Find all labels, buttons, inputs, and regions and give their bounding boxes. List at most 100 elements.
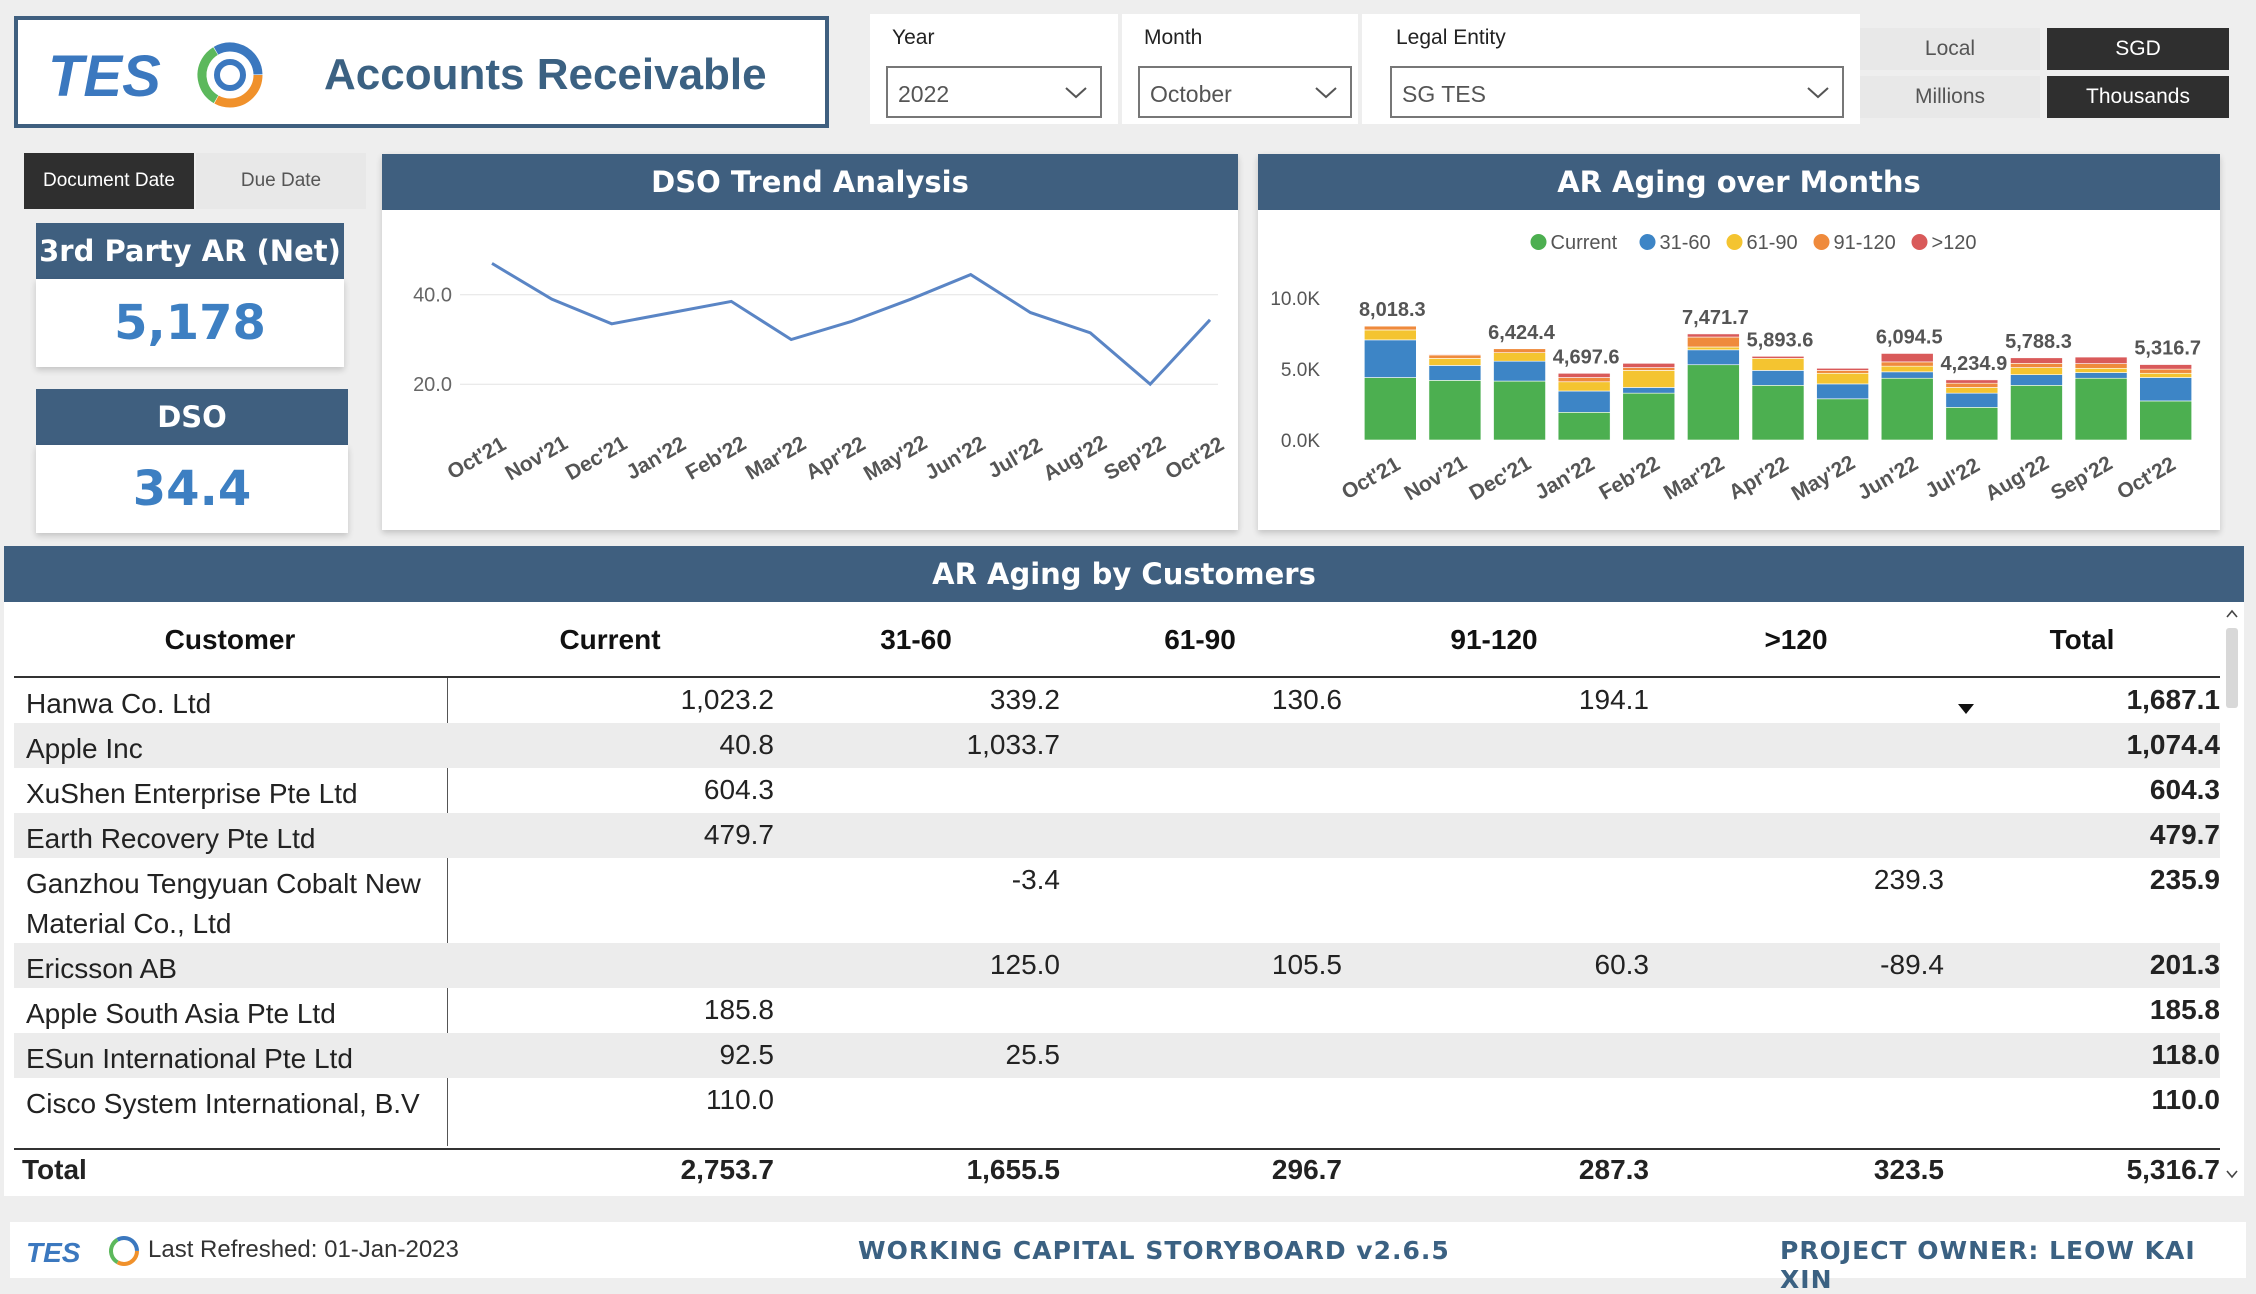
currency-local-button[interactable]: Local — [1860, 28, 2040, 70]
value-cell: 110.0 — [2151, 1084, 2220, 1116]
unit-millions-button[interactable]: Millions — [1860, 76, 2040, 118]
bar-segment — [2075, 357, 2127, 364]
total-value: 5,316.7 — [2127, 1154, 2220, 1186]
bar-segment — [1687, 347, 1739, 350]
x-tick-label: Mar'22 — [1660, 452, 1728, 505]
table-row[interactable]: Apple Inc40.81,033.71,074.4 — [14, 723, 2220, 768]
bar-segment — [1817, 399, 1869, 440]
storyboard-version: WORKING CAPITAL STORYBOARD v2.6.5 — [858, 1236, 1450, 1265]
bar-segment — [1558, 373, 1610, 377]
value-cell: 239.3 — [1874, 864, 1944, 896]
table-row[interactable]: Earth Recovery Pte Ltd479.7479.7 — [14, 813, 2220, 858]
table-row[interactable]: Ganzhou Tengyuan Cobalt NewMaterial Co.,… — [14, 858, 2220, 943]
currency-sgd-button[interactable]: SGD — [2047, 28, 2229, 70]
document-date-button[interactable]: Document Date — [24, 153, 194, 209]
dso-trend-chart: 40.020.0Oct'21Nov'21Dec'21Jan'22Feb'22Ma… — [382, 210, 1238, 530]
table-body: CustomerCurrent31-6061-9091-120>120Total… — [4, 602, 2244, 1196]
x-tick-label: Apr'22 — [1725, 452, 1792, 504]
bar-segment — [1494, 349, 1546, 353]
header-card: TES Accounts Receivable — [14, 16, 829, 128]
month-filter: Month October — [1122, 14, 1358, 124]
table-row[interactable]: Apple South Asia Pte Ltd185.8185.8 — [14, 988, 2220, 1033]
column-header[interactable]: 61-90 — [1050, 624, 1350, 656]
legend-swatch — [1531, 234, 1547, 250]
bar-segment — [2010, 368, 2062, 375]
value-cell: 1,074.4 — [2127, 729, 2220, 761]
year-dropdown[interactable]: 2022 — [886, 66, 1102, 118]
legend-swatch — [1912, 234, 1928, 250]
month-value: October — [1150, 81, 1232, 108]
table-row[interactable]: XuShen Enterprise Pte Ltd604.3604.3 — [14, 768, 2220, 813]
unit-thousands-button[interactable]: Thousands — [2047, 76, 2229, 118]
value-cell: 1,023.2 — [681, 684, 774, 716]
ar-kpi-value: 5,178 — [36, 279, 344, 367]
legend-label: 61-90 — [1747, 232, 1798, 254]
footer: TES Last Refreshed: 01-Jan-2023 WORKING … — [10, 1222, 2246, 1278]
customer-cell: Ericsson AB — [26, 949, 177, 989]
bar-segment — [1429, 365, 1481, 380]
data-label: 6,094.5 — [1876, 326, 1943, 348]
scrollbar-thumb[interactable] — [2226, 628, 2238, 708]
table-title: AR Aging by Customers — [4, 546, 2244, 602]
bar-segment — [2010, 358, 2062, 364]
value-cell: 40.8 — [720, 729, 775, 761]
value-cell: 604.3 — [2150, 774, 2220, 806]
x-tick-label: Nov'21 — [501, 431, 572, 485]
bar-segment — [2140, 378, 2192, 401]
footer-logo: TES — [26, 1232, 146, 1270]
entity-dropdown[interactable]: SG TES — [1390, 66, 1844, 118]
table-row[interactable]: Cisco System International, B.V110.0110.… — [14, 1078, 2220, 1123]
column-header[interactable]: >120 — [1646, 624, 1946, 656]
customer-cell: Apple South Asia Pte Ltd — [26, 994, 336, 1034]
customer-cell: Earth Recovery Pte Ltd — [26, 819, 315, 859]
x-tick-label: Jun'22 — [1854, 452, 1922, 505]
chevron-up-icon[interactable] — [2224, 606, 2240, 622]
x-tick-label: Jan'22 — [623, 432, 690, 484]
y-tick-label: 40.0 — [413, 285, 452, 307]
bar-segment — [1817, 370, 1869, 373]
month-dropdown[interactable]: October — [1138, 66, 1352, 118]
data-label: 7,471.7 — [1682, 307, 1749, 329]
due-date-button[interactable]: Due Date — [196, 153, 366, 209]
table-scrollbar[interactable] — [2224, 606, 2240, 1186]
y-tick-label: 10.0K — [1270, 289, 1320, 310]
value-cell: -3.4 — [1012, 864, 1060, 896]
year-label: Year — [892, 26, 934, 50]
bar-segment — [1429, 358, 1481, 365]
table-row[interactable]: Ericsson AB125.0105.560.3-89.4201.3 — [14, 943, 2220, 988]
bar-segment — [1687, 337, 1739, 347]
bar-segment — [1364, 378, 1416, 440]
legend-swatch — [1814, 234, 1830, 250]
value-cell: 118.0 — [2151, 1039, 2220, 1071]
chevron-down-icon[interactable] — [2224, 1166, 2240, 1182]
x-tick-label: Oct'22 — [2113, 453, 2179, 505]
x-tick-label: Feb'22 — [682, 432, 750, 485]
value-cell: 201.3 — [2150, 949, 2220, 981]
bar-segment — [1623, 368, 1675, 371]
value-cell: 25.5 — [1006, 1039, 1061, 1071]
column-header[interactable]: 91-120 — [1344, 624, 1644, 656]
bar-segment — [2075, 373, 2127, 379]
column-header[interactable]: Current — [460, 624, 760, 656]
column-header[interactable]: 31-60 — [766, 624, 1066, 656]
table-row[interactable]: Hanwa Co. Ltd1,023.2339.2130.6194.11,687… — [14, 678, 2220, 723]
value-cell: 235.9 — [2150, 864, 2220, 896]
x-tick-label: Nov'21 — [1400, 451, 1471, 505]
data-label: 5,316.7 — [2134, 338, 2201, 360]
column-header[interactable]: Customer — [80, 624, 380, 656]
entity-filter: Legal Entity SG TES — [1362, 14, 1860, 124]
x-tick-label: Aug'22 — [1039, 431, 1110, 486]
bar-segment — [2140, 369, 2192, 373]
column-header[interactable]: Total — [1932, 624, 2232, 656]
bar-segment — [2010, 385, 2062, 440]
bar-segment — [1558, 391, 1610, 412]
total-row: Total2,753.71,655.5296.7287.3323.55,316.… — [14, 1148, 2220, 1198]
bar-segment — [2140, 365, 2192, 370]
legend-label: Current — [1551, 232, 1618, 254]
x-tick-label: Jan'22 — [1531, 452, 1598, 504]
table-row[interactable]: ESun International Pte Ltd92.525.5118.0 — [14, 1033, 2220, 1078]
customer-cell: ESun International Pte Ltd — [26, 1039, 353, 1079]
dso-kpi-title: DSO — [36, 389, 348, 445]
value-cell: 479.7 — [2150, 819, 2220, 851]
bar-segment — [1364, 340, 1416, 378]
